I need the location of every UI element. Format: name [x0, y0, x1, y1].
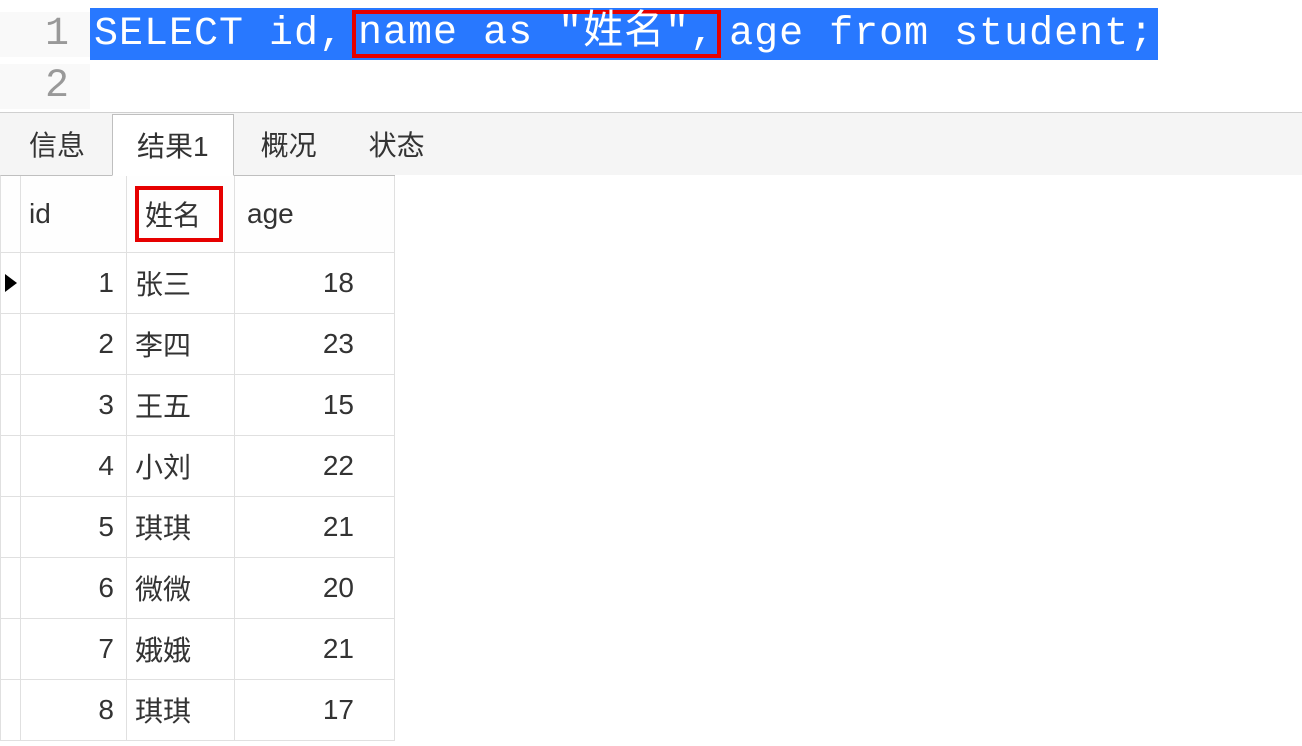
- cell-age[interactable]: 20: [235, 558, 395, 619]
- sql-text-pre[interactable]: SELECT id,: [90, 8, 348, 60]
- cell-age[interactable]: 21: [235, 497, 395, 558]
- table-row[interactable]: 4小刘22: [1, 436, 395, 497]
- header-marker: [1, 176, 21, 253]
- table-row[interactable]: 7娥娥21: [1, 619, 395, 680]
- name-header-highlight: 姓名: [135, 186, 223, 242]
- cell-name[interactable]: 李四: [127, 314, 235, 375]
- cell-age[interactable]: 15: [235, 375, 395, 436]
- row-marker: [1, 436, 21, 497]
- row-marker: [1, 497, 21, 558]
- line-number: 1: [0, 12, 90, 57]
- row-marker: [1, 314, 21, 375]
- line-number: 2: [0, 64, 90, 109]
- cell-age[interactable]: 17: [235, 680, 395, 741]
- row-marker: [1, 253, 21, 314]
- code-content[interactable]: [90, 60, 1302, 112]
- sql-editor[interactable]: 1 SELECT id,name as "姓名",age from studen…: [0, 0, 1302, 113]
- cell-id[interactable]: 2: [21, 314, 127, 375]
- current-row-icon: [5, 274, 17, 292]
- table-header-row: id 姓名 age: [1, 176, 395, 253]
- table-row[interactable]: 1张三18: [1, 253, 395, 314]
- table-row[interactable]: 2李四23: [1, 314, 395, 375]
- sql-text-post[interactable]: age from student;: [725, 8, 1158, 60]
- table-row[interactable]: 3王五15: [1, 375, 395, 436]
- row-marker: [1, 558, 21, 619]
- cell-id[interactable]: 6: [21, 558, 127, 619]
- cell-age[interactable]: 21: [235, 619, 395, 680]
- row-marker: [1, 680, 21, 741]
- table-row[interactable]: 6微微20: [1, 558, 395, 619]
- row-marker: [1, 619, 21, 680]
- cell-name[interactable]: 微微: [127, 558, 235, 619]
- cell-id[interactable]: 3: [21, 375, 127, 436]
- cell-name[interactable]: 小刘: [127, 436, 235, 497]
- cell-age[interactable]: 23: [235, 314, 395, 375]
- cell-age[interactable]: 22: [235, 436, 395, 497]
- header-age[interactable]: age: [235, 176, 395, 253]
- code-line-2[interactable]: 2: [0, 60, 1302, 112]
- tab-result1[interactable]: 结果1: [112, 114, 234, 176]
- tab-status[interactable]: 状态: [344, 113, 450, 175]
- header-id[interactable]: id: [21, 176, 127, 253]
- tab-profile[interactable]: 概况: [236, 113, 342, 175]
- cell-id[interactable]: 7: [21, 619, 127, 680]
- code-line-1[interactable]: 1 SELECT id,name as "姓名",age from studen…: [0, 8, 1302, 60]
- cell-id[interactable]: 4: [21, 436, 127, 497]
- table-row[interactable]: 8琪琪17: [1, 680, 395, 741]
- cell-id[interactable]: 1: [21, 253, 127, 314]
- sql-alias-highlight[interactable]: name as "姓名",: [348, 8, 725, 60]
- cell-age[interactable]: 18: [235, 253, 395, 314]
- header-name[interactable]: 姓名: [127, 176, 235, 253]
- cell-name[interactable]: 张三: [127, 253, 235, 314]
- cell-name[interactable]: 琪琪: [127, 497, 235, 558]
- results-grid[interactable]: id 姓名 age 1张三182李四233王五154小刘225琪琪216微微20…: [0, 175, 395, 741]
- cell-name[interactable]: 王五: [127, 375, 235, 436]
- cell-name[interactable]: 娥娥: [127, 619, 235, 680]
- cell-id[interactable]: 8: [21, 680, 127, 741]
- sql-alias-box: name as "姓名",: [352, 10, 721, 58]
- code-content[interactable]: SELECT id,name as "姓名",age from student;: [90, 8, 1302, 60]
- cell-name[interactable]: 琪琪: [127, 680, 235, 741]
- result-tabs: 信息 结果1 概况 状态: [0, 113, 1302, 175]
- table-row[interactable]: 5琪琪21: [1, 497, 395, 558]
- cell-id[interactable]: 5: [21, 497, 127, 558]
- tab-info[interactable]: 信息: [4, 113, 110, 175]
- row-marker: [1, 375, 21, 436]
